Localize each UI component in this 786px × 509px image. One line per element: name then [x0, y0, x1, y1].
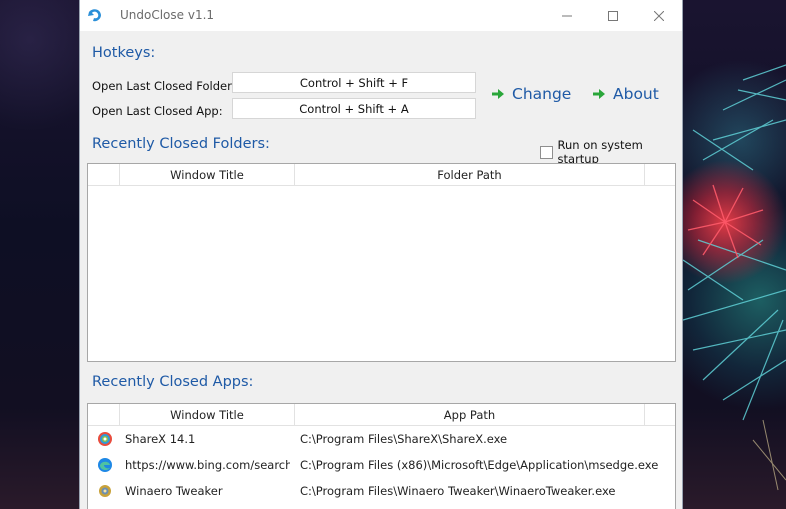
table-row[interactable]: ShareX 14.1 C:\Program Files\ShareX\Shar…	[88, 426, 675, 452]
header-folder-path[interactable]: Folder Path	[295, 164, 645, 185]
folder-hotkey-label: Open Last Closed Folder:	[92, 79, 236, 93]
table-row[interactable]: Winaero Tweaker C:\Program Files\Winaero…	[88, 478, 675, 504]
checkbox-box[interactable]	[540, 145, 553, 159]
recent-folders-heading: Recently Closed Folders:	[92, 136, 270, 152]
header-app-path[interactable]: App Path	[295, 404, 645, 425]
close-icon	[654, 10, 664, 21]
maximize-button[interactable]	[590, 0, 636, 31]
winaero-tweaker-icon	[99, 485, 111, 497]
hotkeys-heading: Hotkeys:	[92, 45, 156, 61]
recent-folders-list[interactable]: Window Title Folder Path	[87, 163, 676, 362]
row-app-path: C:\Program Files\Winaero Tweaker\Winaero…	[300, 484, 616, 498]
undoclose-window: UndoClose v1.1 Hotkeys: Open Last Closed…	[79, 0, 683, 509]
row-window-title: https://www.bing.com/search?q	[125, 458, 290, 472]
arrow-right-icon	[593, 89, 605, 99]
run-on-startup-label: Run on system startup	[557, 138, 643, 166]
edge-icon	[98, 458, 112, 472]
about-label: About	[613, 85, 659, 103]
folder-hotkey-field[interactable]: Control + Shift + F	[232, 72, 476, 93]
list-header: Window Title App Path	[88, 404, 675, 426]
row-window-title: ShareX 14.1	[125, 432, 196, 446]
about-button[interactable]: About	[592, 85, 659, 103]
sharex-icon	[98, 432, 112, 446]
header-window-title[interactable]: Window Title	[120, 164, 295, 185]
window-title: UndoClose v1.1	[120, 8, 215, 22]
arrow-right-icon	[492, 89, 504, 99]
change-button[interactable]: Change	[491, 85, 571, 103]
header-icon-column[interactable]	[88, 164, 120, 185]
title-bar[interactable]: UndoClose v1.1	[80, 0, 682, 31]
recent-apps-heading: Recently Closed Apps:	[92, 374, 254, 390]
row-app-path: C:\Program Files (x86)\Microsoft\Edge\Ap…	[300, 458, 659, 472]
table-row[interactable]: https://www.bing.com/search?q C:\Program…	[88, 452, 675, 478]
maximize-icon	[608, 10, 618, 21]
recent-apps-list[interactable]: Window Title App Path ShareX 14.1 C:\Pro…	[87, 403, 676, 509]
minimize-icon	[562, 15, 572, 16]
fireworks-image	[683, 64, 786, 491]
row-app-path: C:\Program Files\ShareX\ShareX.exe	[300, 432, 508, 446]
app-hotkey-label: Open Last Closed App:	[92, 104, 223, 118]
header-window-title[interactable]: Window Title	[120, 404, 295, 425]
app-hotkey-field[interactable]: Control + Shift + A	[232, 98, 476, 119]
run-on-startup-checkbox[interactable]: Run on system startup	[540, 138, 682, 166]
list-header: Window Title Folder Path	[88, 164, 675, 186]
undo-arrow-icon	[88, 9, 101, 22]
header-icon-column[interactable]	[88, 404, 120, 425]
change-label: Change	[512, 85, 572, 103]
minimize-button[interactable]	[544, 0, 590, 31]
row-window-title: Winaero Tweaker	[125, 484, 223, 498]
close-button[interactable]	[636, 0, 682, 31]
client-area: Hotkeys: Open Last Closed Folder: Contro…	[80, 31, 682, 509]
